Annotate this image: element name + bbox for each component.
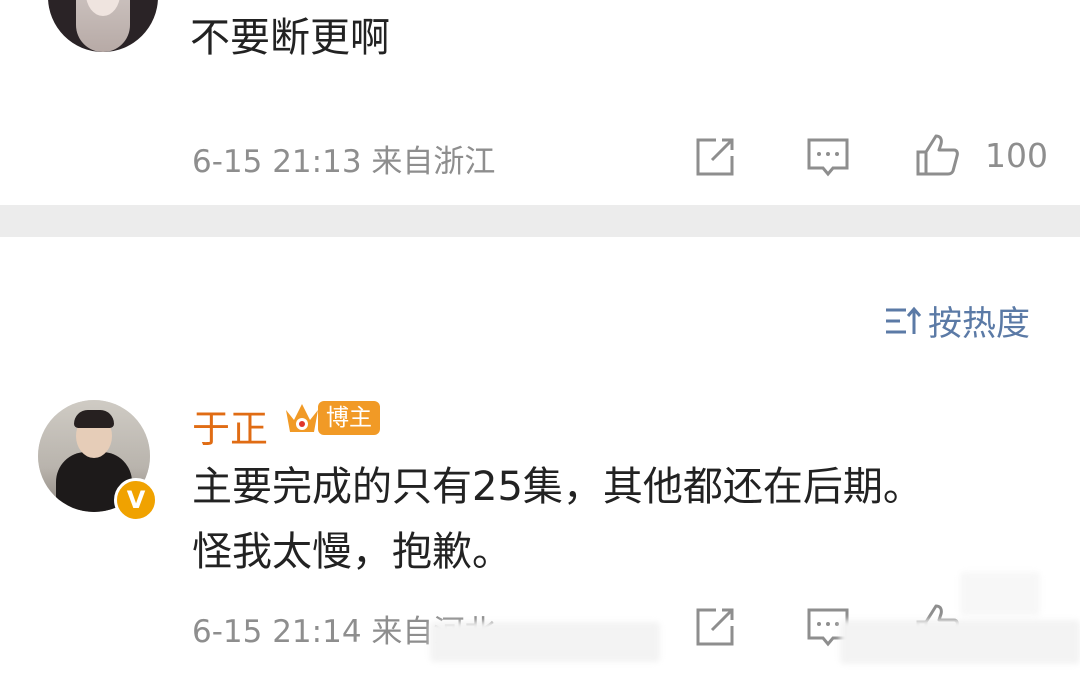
sort-by-hotness-button[interactable]: 按热度 [884, 296, 1030, 345]
verified-icon: V [114, 478, 158, 522]
like-count: 100 [985, 136, 1048, 175]
share-icon[interactable] [692, 134, 738, 180]
watermark-blur [960, 572, 1040, 616]
blogger-badge: 博主 [282, 398, 380, 438]
like-icon[interactable] [914, 132, 960, 178]
comment-text-line-2: 怪我太慢，抱歉。 [192, 529, 512, 575]
crown-icon [286, 404, 318, 432]
sort-label: 按热度 [928, 304, 1030, 344]
sort-icon [886, 306, 922, 334]
comment-meta: 6-15 21:13 来自浙江 [192, 144, 496, 180]
avatar-hair [74, 410, 114, 428]
badge-label: 博主 [318, 401, 380, 435]
comment-text: 不要断更啊 [190, 15, 390, 61]
comment-icon[interactable] [805, 134, 851, 180]
section-divider [0, 205, 1080, 237]
comment-text-line-1: 主要完成的只有25集，其他都还在后期。 [192, 464, 923, 510]
watermark-blur [840, 620, 1080, 664]
commenter-avatar[interactable] [48, 0, 158, 52]
share-icon[interactable] [692, 604, 738, 650]
watermark-blur [430, 622, 660, 662]
username[interactable]: 于正 [192, 398, 268, 453]
